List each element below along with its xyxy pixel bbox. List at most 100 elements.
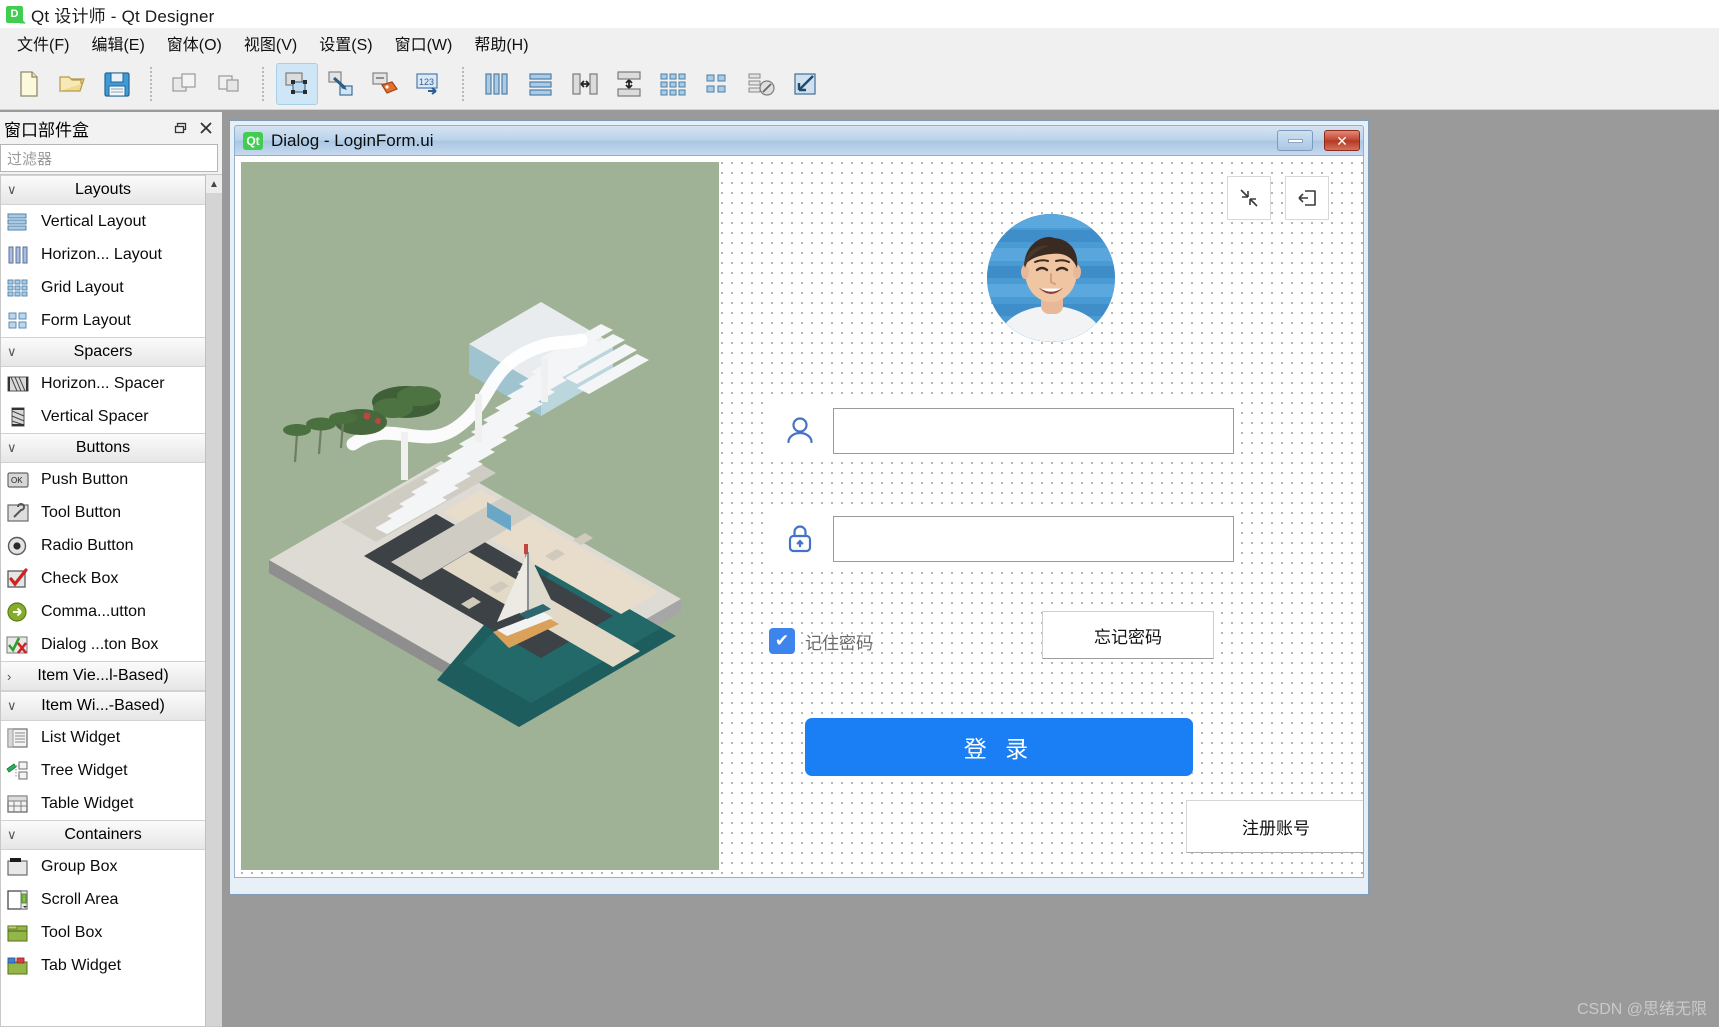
redo-icon (214, 69, 244, 99)
widget-item-push-button[interactable]: OK Push Button (1, 463, 205, 496)
qt-icon: Qt (243, 131, 263, 150)
widget-item-group-box[interactable]: Group Box (1, 850, 205, 883)
widget-item-label: Vertical Spacer (41, 407, 149, 425)
layout-splitter-vertical-icon (614, 69, 644, 99)
new-file-button[interactable] (8, 63, 50, 105)
widget-list[interactable]: ∨ Layouts Vertical Layout Horizon... Layout… (1, 175, 205, 1026)
redo-button[interactable] (208, 63, 250, 105)
register-account-button[interactable]: 注册账号 (1186, 800, 1363, 853)
widget-group-header[interactable]: ∨ Buttons (1, 433, 205, 463)
edit-widgets-button[interactable] (276, 62, 318, 105)
widget-item-form-layout[interactable]: Form Layout (1, 304, 205, 337)
layout-grid-icon (658, 69, 688, 99)
widget-group-header[interactable]: ∨ Spacers (1, 337, 205, 367)
widget-list-container: ∨ Layouts Vertical Layout Horizon... Layout… (0, 174, 222, 1027)
layout-splitter-horizontal-button[interactable] (564, 63, 606, 105)
widget-group-header[interactable]: ∨ Item Wi...-Based) (1, 691, 205, 721)
break-layout-button[interactable] (740, 63, 782, 105)
restore-icon[interactable] (170, 118, 190, 138)
chevron-down-icon: ∨ (7, 182, 17, 197)
login-button[interactable]: 登 录 (805, 718, 1193, 776)
widget-item-label: Push Button (41, 470, 129, 488)
edit-tab-order-button[interactable]: 123 (408, 63, 450, 105)
widget-group-label: Layouts (74, 181, 132, 198)
layout-form-button[interactable] (696, 63, 738, 105)
save-button[interactable] (96, 63, 138, 105)
menu-window[interactable]: 窗口(W) (384, 28, 464, 58)
widget-item-label: Group Box (41, 857, 118, 875)
widget-filter-input[interactable]: 过滤器 (0, 144, 218, 172)
layout-horizontal-icon (482, 69, 512, 99)
dialog-close-button[interactable]: ✕ (1324, 130, 1360, 151)
widget-item-label: Tab Widget (41, 956, 122, 974)
collapse-arrows-icon[interactable] (1227, 176, 1271, 220)
widget-item-tree-widget[interactable]: Tree Widget (1, 754, 205, 787)
layout-horizontal-button[interactable] (476, 63, 518, 105)
widget-list-scrollbar[interactable]: ▲ (205, 175, 222, 1026)
widget-box-dock: 窗口部件盒 过滤器 ∨ Layouts Vertical Layout Horizon… (0, 112, 222, 1027)
widget-item-table-widget[interactable]: Table Widget (1, 787, 205, 820)
menu-form[interactable]: 窗体(O) (156, 28, 233, 58)
widget-group-header[interactable]: ∨ Layouts (1, 175, 205, 205)
login-form-canvas: ✔ 记住密码 忘记密码 登 录 注册账号 (234, 156, 1364, 878)
widget-item-comma-utton[interactable]: Comma...utton (1, 595, 205, 628)
widget-item-label: Scroll Area (41, 890, 119, 908)
layout-vertical-button[interactable] (520, 63, 562, 105)
edit-signals-slots-button[interactable] (320, 63, 362, 105)
widget-item-vertical-layout[interactable]: Vertical Layout (1, 205, 205, 238)
widget-box-title: 窗口部件盒 (4, 120, 89, 140)
password-field-row (767, 508, 1237, 570)
qt-designer-window: D Qt 设计师 - Qt Designer 文件(F) 编辑(E) 窗体(O) 视图… (0, 0, 1719, 1027)
dialog-title-bar[interactable]: Qt Dialog - LoginForm.ui ✕ (234, 125, 1364, 156)
open-folder-button[interactable] (52, 63, 94, 105)
edit-buddies-button[interactable] (364, 63, 406, 105)
widget-item-horizon-layout[interactable]: Horizon... Layout (1, 238, 205, 271)
widget-item-tool-box[interactable]: Tool Box (1, 916, 205, 949)
edit-signals-slots-icon (326, 69, 356, 99)
exit-door-icon[interactable] (1285, 176, 1329, 220)
widget-item-tab-widget[interactable]: Tab Widget (1, 949, 205, 982)
widget-item-label: Tool Button (41, 503, 122, 521)
menu-help[interactable]: 帮助(H) (463, 28, 539, 58)
widget-item-radio-button[interactable]: Radio Button (1, 529, 205, 562)
layout-splitter-vertical-button[interactable] (608, 63, 650, 105)
register-account-label: 注册账号 (1242, 819, 1310, 838)
vertical-layout-icon (5, 210, 31, 234)
dialog-minimize-button[interactable] (1277, 130, 1313, 151)
widget-item-label: Radio Button (41, 536, 134, 554)
menu-settings[interactable]: 设置(S) (308, 28, 383, 58)
widget-item-horizon-spacer[interactable]: Horizon... Spacer (1, 367, 205, 400)
undo-button[interactable] (164, 63, 206, 105)
horizontal-layout-icon (5, 243, 31, 267)
menu-edit[interactable]: 编辑(E) (80, 28, 155, 58)
widget-group-header[interactable]: ∨ Containers (1, 820, 205, 850)
widget-item-scroll-area[interactable]: Scroll Area (1, 883, 205, 916)
adjust-size-button[interactable] (784, 63, 826, 105)
close-icon[interactable] (196, 118, 216, 138)
grid-layout-icon (5, 276, 31, 300)
forgot-password-button[interactable]: 忘记密码 (1042, 611, 1214, 659)
username-input[interactable] (833, 408, 1234, 454)
widget-item-check-box[interactable]: Check Box (1, 562, 205, 595)
widget-item-list-widget[interactable]: List Widget (1, 721, 205, 754)
vertical-spacer-icon (5, 405, 31, 429)
password-input[interactable] (833, 516, 1234, 562)
scroll-up-icon[interactable]: ▲ (205, 175, 222, 193)
remember-password-checkbox[interactable]: ✔ (769, 628, 795, 654)
widget-group-header[interactable]: › Item Vie...l-Based) (1, 661, 205, 691)
remember-password-row[interactable]: ✔ 记住密码 (769, 622, 1019, 660)
remember-password-label: 记住密码 (805, 633, 873, 653)
toolbar-separator (258, 66, 268, 101)
widget-filter-placeholder: 过滤器 (7, 150, 53, 168)
layout-grid-button[interactable] (652, 63, 694, 105)
chevron-right-icon: › (7, 668, 12, 684)
watermark: CSDN @思绪无限 (1576, 1001, 1707, 1018)
menu-file[interactable]: 文件(F) (6, 28, 80, 58)
break-layout-icon (746, 69, 776, 99)
menu-view[interactable]: 视图(V) (233, 28, 308, 58)
widget-item-dialog-ton-box[interactable]: Dialog ...ton Box (1, 628, 205, 661)
save-icon (102, 69, 132, 99)
widget-item-tool-button[interactable]: Tool Button (1, 496, 205, 529)
widget-item-grid-layout[interactable]: Grid Layout (1, 271, 205, 304)
widget-item-vertical-spacer[interactable]: Vertical Spacer (1, 400, 205, 433)
